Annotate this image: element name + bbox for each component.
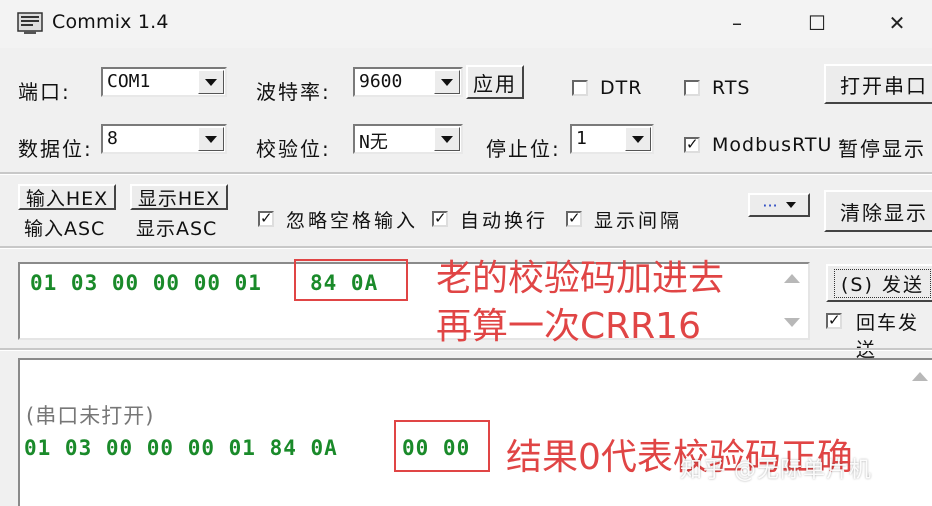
dtr-label: DTR (600, 77, 643, 99)
enter-send-label: 回车发送 (856, 312, 920, 361)
scroll-down-icon[interactable] (784, 318, 800, 327)
input-hex-toggle[interactable]: 输入HEX (18, 184, 116, 210)
maximize-icon: ☐ (808, 11, 826, 35)
stopbits-label: 停止位: (486, 137, 561, 161)
show-interval-label: 显示间隔 (594, 210, 683, 232)
window-title: Commix 1.4 (52, 11, 169, 33)
send-label: 发送 (881, 273, 924, 296)
scroll-up-icon[interactable] (912, 372, 928, 381)
chevron-down-icon[interactable] (434, 127, 460, 151)
input-asc-option[interactable]: 输入ASC (24, 214, 105, 241)
separator (0, 348, 932, 351)
stopbits-value: 1 (576, 128, 587, 149)
app-icon (16, 10, 44, 36)
scroll-up-icon[interactable] (784, 274, 800, 283)
send-key: S (850, 273, 865, 296)
port-value: COM1 (107, 71, 151, 92)
baud-select[interactable]: 9600 (353, 67, 463, 97)
annotation-line1: 老的校验码加进去 (436, 258, 725, 299)
rts-label: RTS (712, 77, 751, 99)
databits-select[interactable]: 8 (101, 124, 227, 154)
show-interval-checkbox[interactable] (566, 209, 582, 227)
open-port-button[interactable]: 打开串口 (824, 64, 932, 104)
close-icon: ✕ (888, 11, 906, 35)
more-button[interactable]: ··· (748, 193, 810, 217)
rts-checkbox[interactable] (684, 80, 700, 96)
separator (0, 172, 932, 175)
port-label: 端口: (18, 80, 71, 104)
port-select[interactable]: COM1 (101, 67, 227, 97)
ignore-space-checkbox[interactable] (258, 209, 274, 227)
auto-wrap-label: 自动换行 (460, 210, 549, 232)
more-label: ··· (762, 195, 778, 215)
chevron-down-icon[interactable] (198, 127, 224, 151)
modbus-label: ModbusRTU (712, 134, 833, 156)
databits-label: 数据位: (18, 137, 93, 161)
close-button[interactable]: ✕ (874, 6, 920, 40)
enter-send-checkbox[interactable] (826, 311, 842, 329)
receive-data: 01 03 00 00 00 01 84 0A (24, 436, 338, 460)
chevron-down-icon[interactable] (198, 70, 224, 94)
parity-label: 校验位: (256, 137, 331, 161)
annotation-line2: 再算一次CRR16 (436, 306, 701, 347)
baud-label: 波特率: (256, 80, 331, 104)
modbus-checkbox[interactable] (684, 135, 700, 153)
minimize-button[interactable]: – (714, 6, 760, 40)
ignore-space-label: 忽略空格输入 (286, 210, 419, 232)
display-asc-option[interactable]: 显示ASC (136, 214, 217, 241)
display-hex-toggle[interactable]: 显示HEX (130, 184, 228, 210)
chevron-down-icon (785, 202, 796, 208)
maximize-button[interactable]: ☐ (794, 6, 840, 40)
crc-highlight-box (294, 259, 408, 301)
dtr-checkbox[interactable] (572, 80, 588, 96)
chevron-down-icon[interactable] (434, 70, 460, 94)
minimize-icon: – (732, 11, 742, 35)
clear-display-button[interactable]: 清除显示 (824, 190, 932, 232)
databits-value: 8 (107, 128, 118, 149)
apply-button[interactable]: 应用 (466, 65, 524, 99)
send-data-prefix: 01 03 00 00 00 01 (30, 271, 262, 295)
pause-display-label[interactable]: 暂停显示 (838, 133, 926, 162)
baud-value: 9600 (359, 71, 403, 92)
port-status-text: (串口未打开) (26, 404, 155, 428)
watermark-text: 知乎 @无际单片机 (680, 458, 872, 483)
parity-select[interactable]: N无 (353, 124, 463, 154)
send-button[interactable]: (S) 发送 (826, 264, 932, 302)
chevron-down-icon[interactable] (625, 127, 651, 151)
parity-value: N无 (359, 132, 388, 153)
stopbits-select[interactable]: 1 (570, 124, 654, 154)
auto-wrap-checkbox[interactable] (432, 209, 448, 227)
result-highlight-box (394, 420, 490, 472)
